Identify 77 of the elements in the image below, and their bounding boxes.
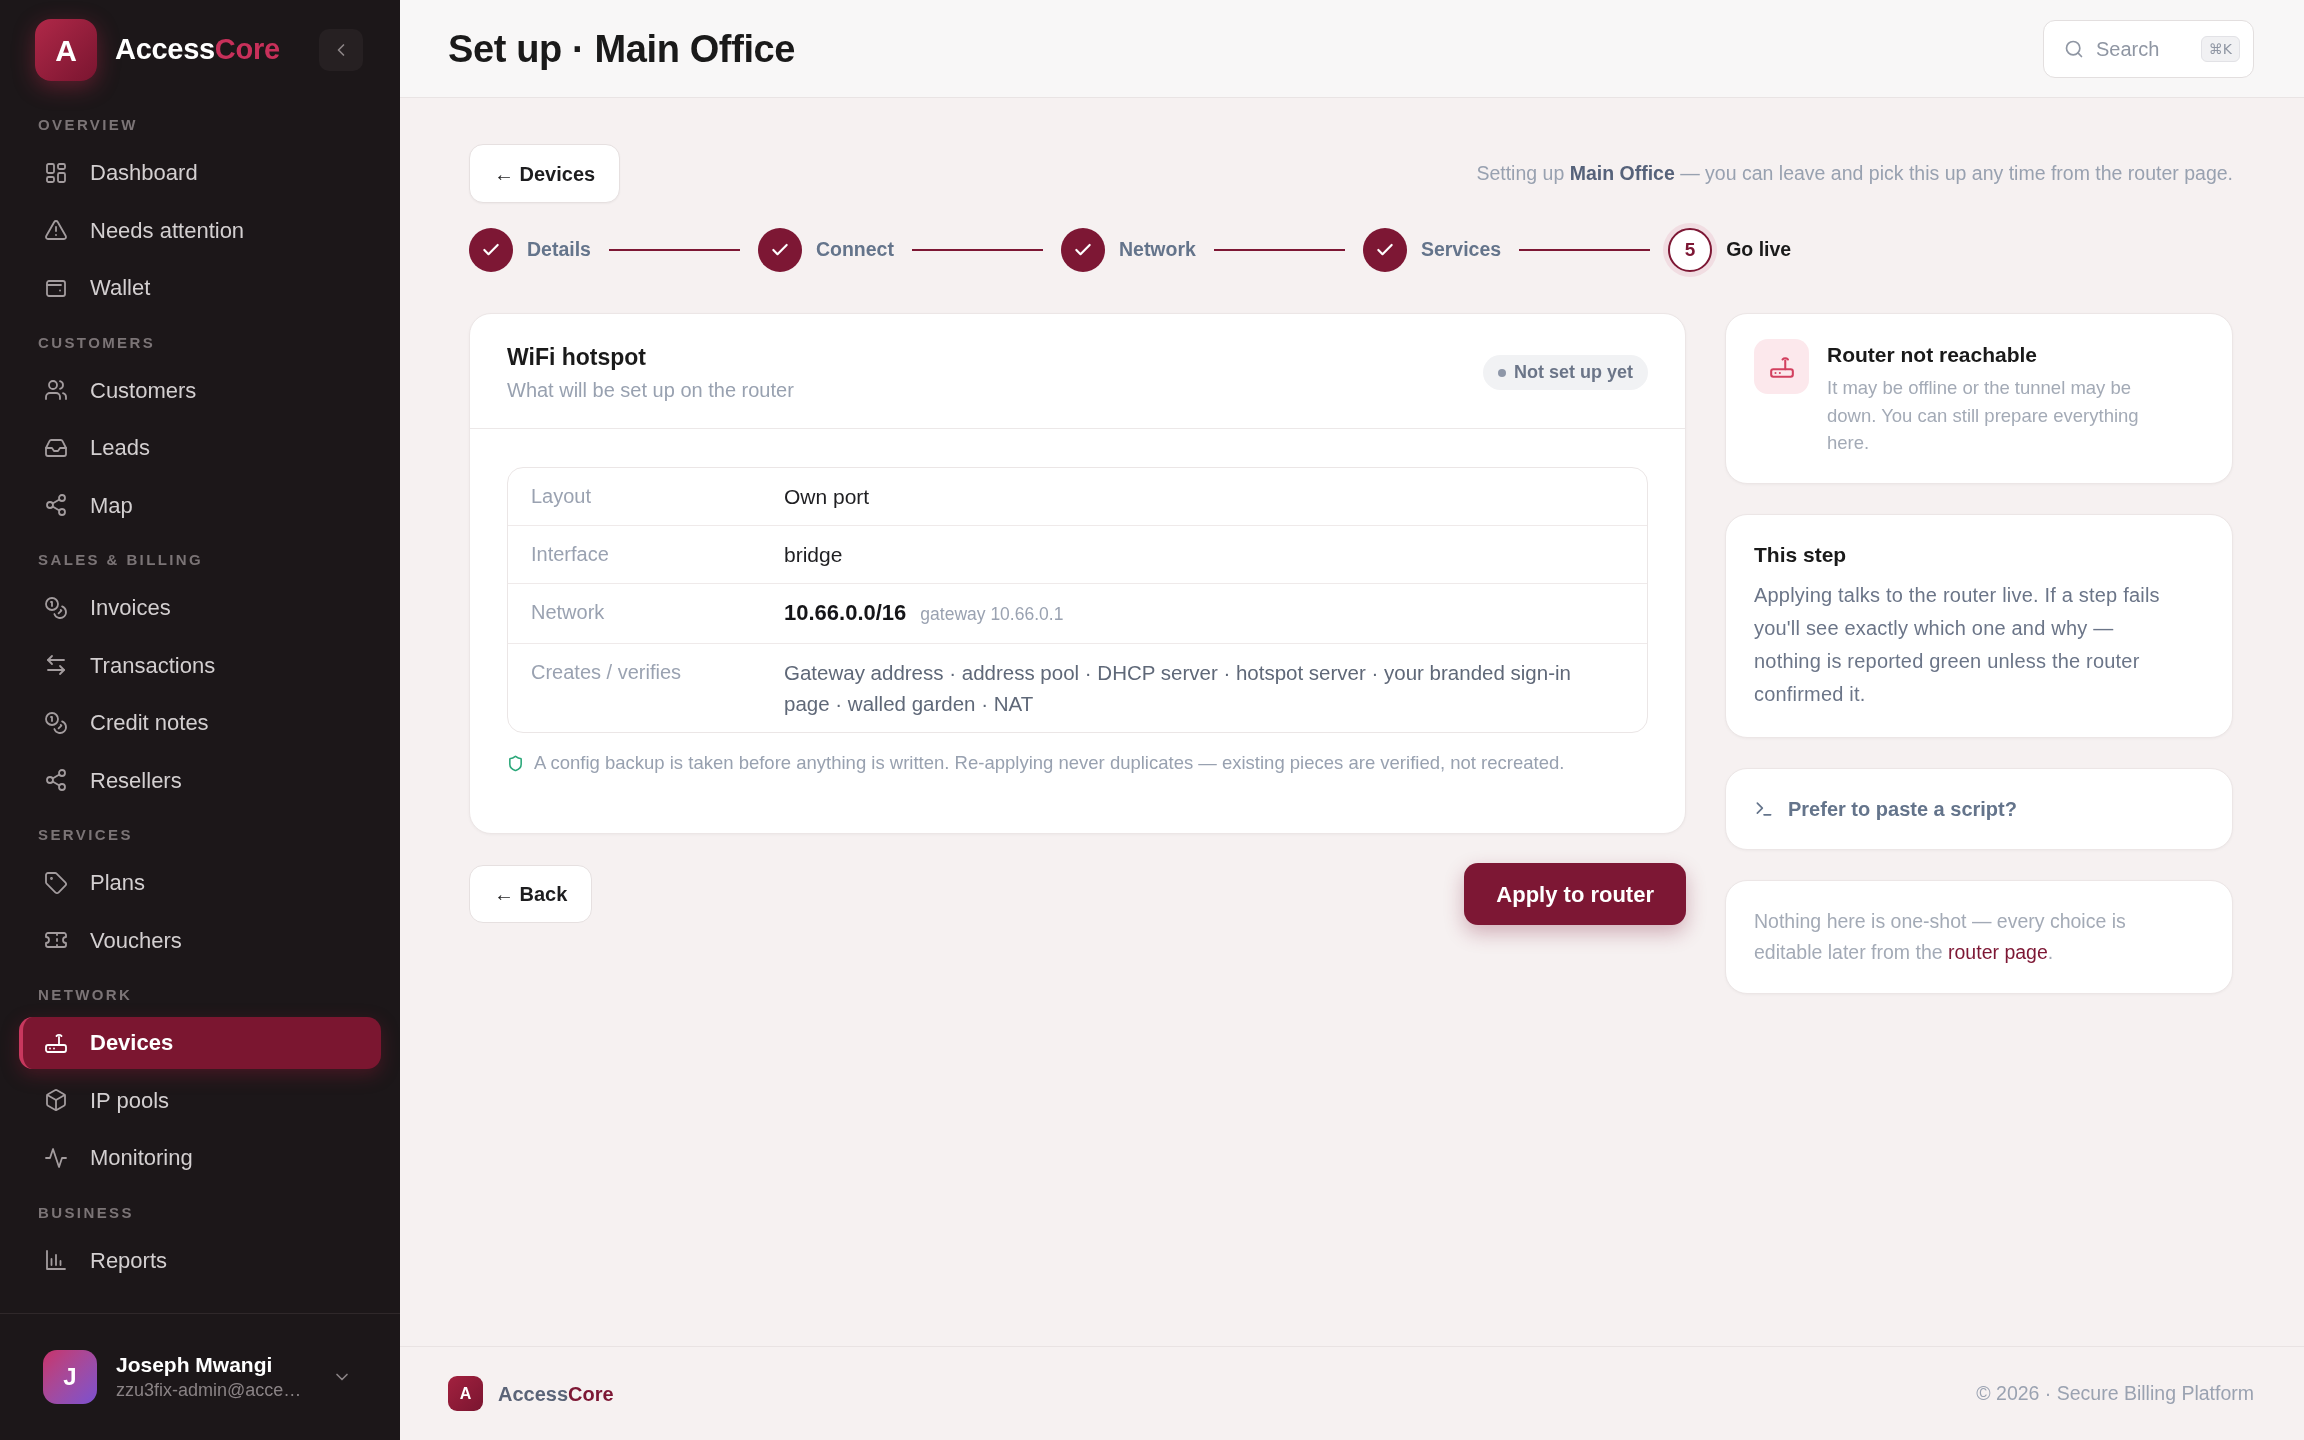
- section-heading: CUSTOMERS: [37, 332, 157, 353]
- card-title: WiFi hotspot: [507, 343, 648, 372]
- sidebar-item[interactable]: Plans: [19, 857, 381, 909]
- sidebar-item[interactable]: IP pools: [19, 1074, 381, 1126]
- sidebar-item[interactable]: Leads: [19, 422, 381, 474]
- alert-text: It may be offline or the tunnel may be down. You can still prepare everything here.: [1827, 376, 2140, 455]
- logo-mark: A: [448, 1376, 483, 1411]
- user-name: Joseph Mwangi: [116, 1352, 274, 1378]
- brand-name: AccessCore: [115, 32, 280, 68]
- status-text: Not set up yet: [1514, 361, 1633, 384]
- warning-icon: [44, 218, 68, 243]
- note-text: Nothing here is one-shot — every choice is editable later from the router page.: [1754, 908, 2127, 965]
- sidebar-item[interactable]: Credit notes: [19, 697, 381, 749]
- user-email: zzu3fix-admin@acce…: [116, 1379, 302, 1402]
- sidebar-item[interactable]: Reports: [19, 1234, 381, 1286]
- share-nodes-icon: [44, 493, 68, 518]
- section-heading: BUSINESS: [37, 1202, 135, 1223]
- logo-mark: A: [35, 19, 97, 81]
- detail-label: Network: [530, 600, 606, 625]
- tag-icon: [44, 870, 68, 895]
- keyboard-shortcut: ⌘K: [2200, 35, 2240, 62]
- search-input[interactable]: Search: [2096, 33, 2189, 64]
- step-label: Connect: [815, 237, 894, 263]
- layout-grid-icon: [44, 160, 68, 185]
- coins-icon: [44, 595, 68, 620]
- detail-value: Own port: [784, 484, 870, 510]
- coins-icon: [44, 710, 68, 735]
- sidebar-item[interactable]: Resellers: [19, 754, 381, 806]
- detail-value: 10.66.0.0/16: [784, 599, 907, 627]
- detail-value: Gateway address · address pool · DHCP server · hotspot server · your branded sign-in page · walled garden · NAT: [784, 660, 1572, 717]
- copyright: © 2026 · Secure Billing Platform: [1976, 1380, 2254, 1406]
- apply-button[interactable]: Apply to router: [1464, 863, 1686, 925]
- section-heading: NETWORK: [37, 985, 134, 1005]
- users-icon: [44, 378, 68, 403]
- search-icon: [2064, 38, 2084, 59]
- detail-label: Creates / verifies: [530, 660, 683, 685]
- sidebar-item[interactable]: Vouchers: [19, 914, 381, 966]
- sidebar-item[interactable]: Transactions: [19, 639, 381, 691]
- step-label: Go live: [1726, 237, 1792, 263]
- sidebar-item[interactable]: Customers: [19, 364, 381, 416]
- swap-arrows-icon: [44, 653, 68, 678]
- paste-script-button[interactable]: Prefer to paste a script?: [1725, 767, 2233, 850]
- progress-note: Setting up Main Office — you can leave and pick this up any time from the router page.: [1476, 160, 2233, 186]
- sidebar-item[interactable]: Wallet: [19, 262, 381, 314]
- section-heading: SALES & BILLING: [37, 550, 205, 570]
- sidebar-item[interactable]: Devices: [19, 1017, 381, 1069]
- pulse-icon: [44, 1145, 68, 1170]
- step-label: Details: [527, 237, 591, 263]
- detail-label: Layout: [530, 484, 593, 509]
- alert-title: Router not reachable: [1827, 342, 2039, 368]
- router-icon: [1754, 339, 1809, 394]
- back-link[interactable]: ← Devices: [469, 144, 621, 203]
- router-page-link[interactable]: router page: [1948, 940, 2048, 963]
- sidebar-item[interactable]: Dashboard: [19, 147, 381, 199]
- share-nodes-icon: [44, 768, 68, 793]
- cube-icon: [44, 1088, 68, 1113]
- info-title: This step: [1754, 541, 1848, 568]
- brand-name: AccessCore: [498, 1381, 614, 1407]
- bar-chart-icon: [44, 1248, 68, 1273]
- info-text: Applying talks to the router live. If a step fails you'll see exactly which one and why — nothing is reported green unless the router confirmed it.: [1754, 582, 2161, 707]
- detail-note: gateway 10.66.0.1: [920, 603, 1064, 626]
- detail-label: Interface: [530, 542, 610, 567]
- step-label: Network: [1118, 237, 1196, 263]
- section-heading: OVERVIEW: [37, 115, 139, 135]
- shield-icon: [507, 754, 524, 772]
- backup-note: A config backup is taken before anything is written. Re-applying never duplicates — existing pieces are verified, not recreated.: [534, 751, 1565, 775]
- sidebar-item[interactable]: Monitoring: [19, 1132, 381, 1184]
- sidebar-item[interactable]: Invoices: [19, 582, 381, 634]
- page-title: Set up · Main Office: [448, 26, 796, 72]
- back-button[interactable]: ← Back: [469, 865, 593, 923]
- detail-value: bridge: [784, 542, 843, 568]
- sidebar-item[interactable]: Map: [19, 479, 381, 531]
- section-heading: SERVICES: [37, 825, 134, 845]
- card-subtitle: What will be set up on the router: [507, 378, 794, 403]
- step-label: Services: [1420, 237, 1502, 263]
- avatar: J: [43, 1350, 97, 1404]
- sidebar-item[interactable]: Needs attention: [19, 204, 381, 256]
